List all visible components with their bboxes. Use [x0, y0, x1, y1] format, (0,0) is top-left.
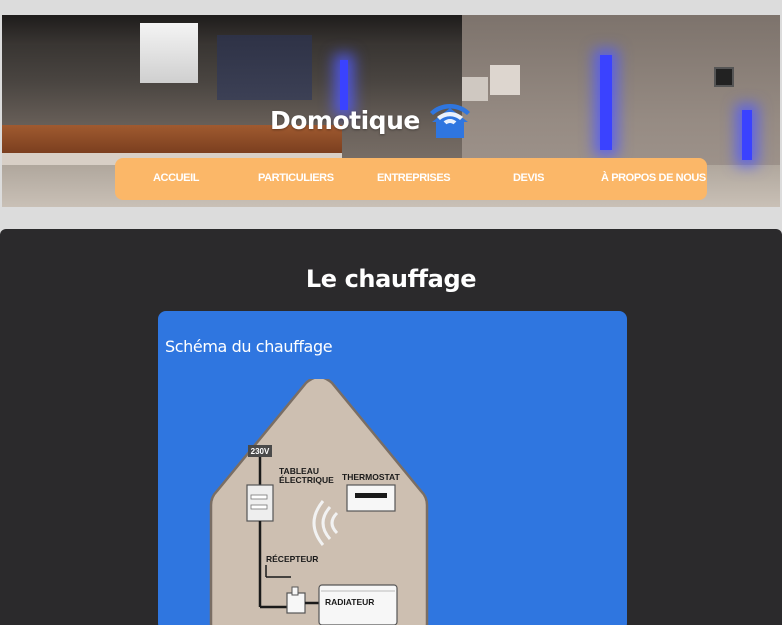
electrical-panel — [246, 484, 274, 522]
brand[interactable]: Domotique — [270, 100, 472, 140]
nav-devis[interactable]: DEVIS — [513, 172, 544, 184]
hero-window-dark — [217, 35, 312, 100]
radiator-label: RADIATEUR — [325, 597, 374, 607]
main-nav: ACCUEIL PARTICULIERS ENTREPRISES DEVIS À… — [115, 158, 707, 200]
hero-blue-light — [600, 55, 612, 150]
main-content: Le chauffage Schéma du chauffage 230V TA… — [0, 229, 782, 625]
nav-accueil[interactable]: ACCUEIL — [153, 172, 199, 184]
receiver — [286, 592, 306, 614]
wifi-house-icon — [429, 104, 470, 138]
nav-particuliers[interactable]: PARTICULIERS — [258, 172, 334, 184]
card-title: Schéma du chauffage — [165, 337, 333, 356]
hero-blue-light — [742, 110, 752, 160]
thermostat-label: THERMOSTAT — [342, 472, 401, 482]
section-title: Le chauffage — [305, 265, 477, 293]
hero-window — [140, 23, 198, 83]
heating-schematic-diagram: 230V TABLEAU ÉLECTRIQUE THERMOSTAT RÉCEP… — [209, 379, 429, 625]
hero-wall-panel — [490, 65, 520, 95]
panel-label-2: ÉLECTRIQUE — [279, 475, 334, 485]
hero-screen — [714, 67, 734, 87]
nav-a-propos[interactable]: À PROPOS DE NOUS — [601, 172, 706, 184]
heating-card: Schéma du chauffage 230V TABLEAU ÉLECTRI… — [158, 311, 627, 625]
hero-banner: Domotique ACCUEIL PARTICULIERS ENTREPRIS… — [2, 15, 780, 207]
hero-wall-panel — [462, 77, 488, 101]
receiver-label: RÉCEPTEUR — [266, 554, 318, 564]
nav-entreprises[interactable]: ENTREPRISES — [377, 172, 451, 184]
voltage-label: 230V — [251, 447, 270, 456]
brand-title: Domotique — [270, 105, 420, 135]
